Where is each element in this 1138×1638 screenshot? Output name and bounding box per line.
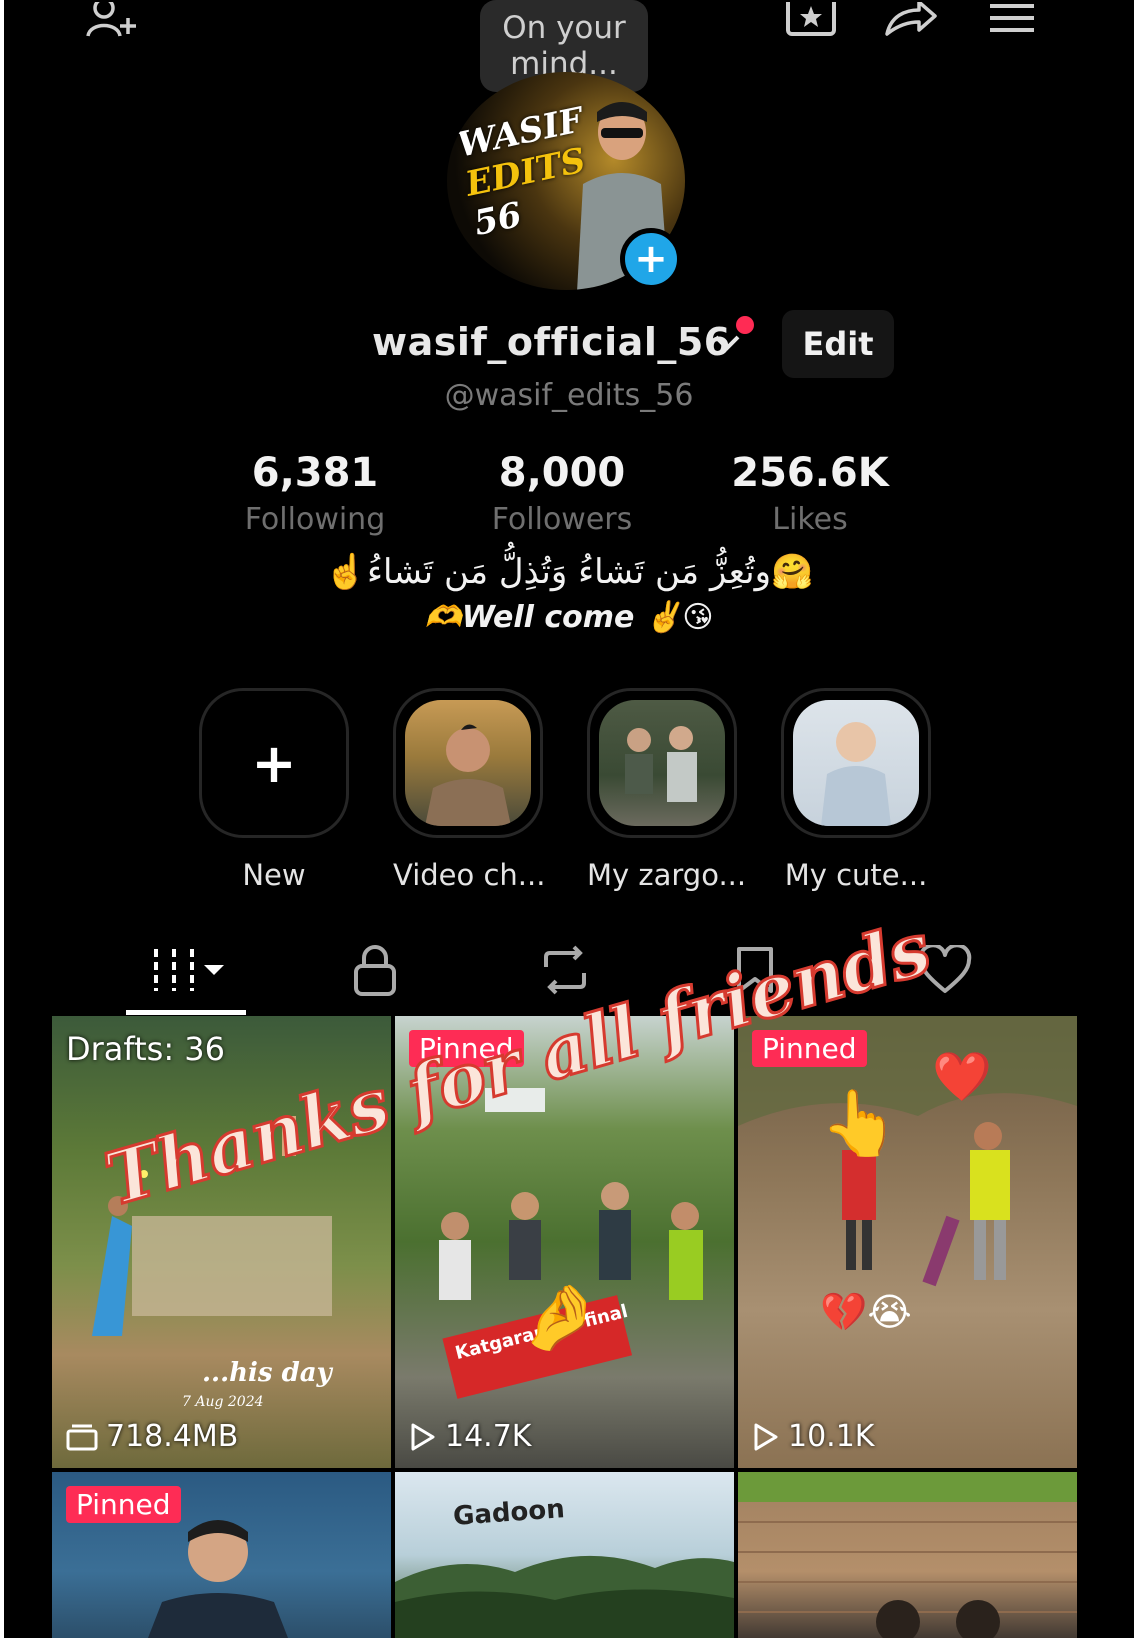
pinned-badge: Pinned <box>66 1486 181 1523</box>
screen-border-right <box>1134 0 1138 1638</box>
highlight-zargo[interactable]: My zargo... <box>587 688 747 892</box>
following-label: Following <box>244 502 386 537</box>
following-stat[interactable]: 6,381 Following <box>205 450 425 537</box>
tab-reposts[interactable] <box>530 940 600 1000</box>
view-count-value: 10.1K <box>788 1419 875 1454</box>
repost-icon <box>544 945 586 995</box>
username[interactable]: wasif_official_56 <box>372 320 731 364</box>
highlight-label: Video ch... <box>393 858 546 892</box>
highlight-video[interactable]: Video ch... <box>393 688 546 892</box>
highlight-new[interactable]: + New <box>199 688 349 892</box>
likes-count: 256.6K <box>731 450 889 496</box>
followers-count: 8,000 <box>498 450 626 496</box>
view-count: 10.1K <box>752 1419 874 1454</box>
add-friend-icon[interactable] <box>82 0 142 44</box>
video-tile-pinned-2[interactable]: Pinned 10.1K <box>738 1016 1077 1468</box>
favorites-box-icon[interactable] <box>782 0 842 44</box>
chevron-down-icon[interactable] <box>712 333 742 353</box>
share-icon[interactable] <box>880 0 940 44</box>
video-tile-6[interactable] <box>738 1472 1077 1638</box>
lock-icon <box>354 945 396 996</box>
heart-emoji: ❤️ <box>932 1049 992 1105</box>
followers-stat[interactable]: 8,000 Followers <box>452 450 672 537</box>
highlight-label: New <box>242 858 306 892</box>
followers-label: Followers <box>491 502 633 537</box>
video-caption: ...his day <box>202 1358 332 1388</box>
cricket-players-scene <box>738 1016 1077 1287</box>
screen-border-left <box>0 0 4 1638</box>
wall-scene <box>738 1472 1077 1638</box>
view-count: 14.7K <box>409 1419 531 1454</box>
highlight-thumbnail <box>793 700 919 826</box>
highlight-thumbnail <box>599 700 725 826</box>
tab-private[interactable] <box>340 940 410 1000</box>
notification-dot <box>736 316 754 334</box>
video-date: 7 Aug 2024 <box>182 1394 264 1410</box>
play-icon <box>411 1423 435 1450</box>
highlight-cute[interactable]: My cute... <box>781 688 931 892</box>
likes-label: Likes <box>772 502 848 537</box>
pinch-hand-emoji: 🤌 <box>520 1281 600 1355</box>
bio-line-2: 🫶Well come ✌️😘 <box>424 600 714 635</box>
user-handle: @wasif_edits_56 <box>444 378 694 413</box>
tab-videos[interactable] <box>150 940 230 1000</box>
bio-line-1: ☝️وتُعِزُّ مَن تَشاءُ وَتُذِلُّ مَن تَشا… <box>324 552 814 592</box>
video-tile-gadoon[interactable]: Gadoon <box>395 1472 734 1638</box>
draft-size: 718.4MB <box>66 1419 238 1454</box>
likes-stat[interactable]: 256.6K Likes <box>700 450 920 537</box>
add-story-button[interactable]: + <box>620 228 682 290</box>
drafts-label: Drafts: 36 <box>66 1030 225 1068</box>
view-count-value: 14.7K <box>445 1419 532 1454</box>
play-icon <box>754 1423 778 1450</box>
following-count: 6,381 <box>251 450 379 496</box>
video-tile-pinned-3[interactable]: Pinned <box>52 1472 391 1638</box>
mountain-scene <box>395 1555 734 1638</box>
plus-icon: + <box>251 731 297 795</box>
menu-icon[interactable] <box>982 0 1042 44</box>
highlight-thumbnail <box>405 700 531 826</box>
broken-heart-emoji: 💔😭 <box>820 1290 912 1334</box>
active-tab-indicator <box>126 1010 246 1015</box>
draft-size-value: 718.4MB <box>106 1419 239 1454</box>
pinned-badge: Pinned <box>752 1030 867 1067</box>
drafts-stack-icon <box>66 1424 98 1450</box>
waving-hand-emoji: 👆 <box>820 1087 900 1161</box>
grid-bars-icon <box>154 949 224 991</box>
highlight-label: My zargo... <box>587 858 747 892</box>
highlight-label: My cute... <box>784 858 928 892</box>
top-bar: On your mind... <box>0 0 1138 92</box>
edit-profile-button[interactable]: Edit <box>782 310 894 378</box>
